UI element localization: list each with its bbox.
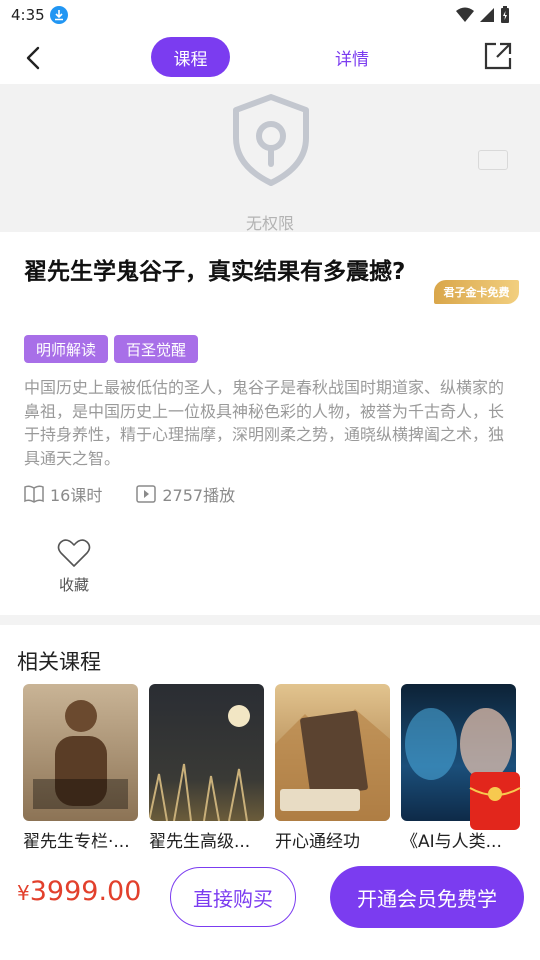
battery-icon [501,6,509,23]
status-icons [456,6,510,24]
download-icon [50,6,68,24]
no-permission-text: 无权限 [245,214,294,233]
related-course-card[interactable]: 翟先生专栏·... [23,684,138,852]
lessons-count: 16课时 [50,486,103,505]
course-detail-page: 4:35 课程 详情 无权限 翟先生学鬼谷子，真实结果有多震撼? 君子金卡免费 … [0,0,540,960]
book-icon [24,485,44,503]
price-value: 3999.00 [29,876,142,907]
course-stats: 16课时 2757播放 [24,482,235,506]
header: 课程 详情 [0,32,540,84]
pip-icon [478,150,508,170]
red-packet-button[interactable] [466,768,524,832]
course-description: 中国历史上最被低估的圣人，鬼谷子是春秋战国时期道家、纵横家的鼻祖，是中国历史上一… [24,378,505,468]
course-thumbnail [275,684,390,821]
vip-free-learn-button[interactable]: 开通会员免费学 [330,866,524,928]
share-button[interactable] [482,40,514,72]
price: ¥3999.00 [17,876,141,907]
status-bar: 4:35 [0,0,540,32]
vip-free-badge: 君子金卡免费 [434,280,519,304]
course-thumbnail [23,684,138,821]
tag-item: 明师解读 [24,335,109,363]
related-course-card[interactable]: 翟先生高级... [149,684,264,852]
currency-symbol: ¥ [17,881,30,905]
lock-shield-icon [233,94,309,186]
lessons-stat: 16课时 [24,482,102,506]
related-course-name: 翟先生专栏·... [23,832,130,852]
video-player: 无权限 [0,84,540,233]
course-title: 翟先生学鬼谷子，真实结果有多震撼? [24,259,406,285]
tag-item: 百圣觉醒 [114,335,199,363]
buy-now-button[interactable]: 直接购买 [170,867,296,927]
favorite-button[interactable]: 收藏 [54,538,94,595]
signal-icon [480,8,494,22]
course-thumbnail [149,684,264,821]
tab-course[interactable]: 课程 [151,37,230,77]
share-icon [484,42,512,70]
related-course-list: 翟先生专栏·... 翟先生高级... 开心通经功 《AI与人类... [23,684,516,852]
related-title: 相关课程 [17,650,101,674]
wifi-icon [456,7,474,22]
back-button[interactable] [18,42,50,74]
section-divider [0,615,540,625]
play-icon [136,485,157,503]
status-time: 4:35 [11,6,45,24]
tab-detail[interactable]: 详情 [320,37,384,77]
plays-stat: 2757播放 [136,482,235,506]
favorite-label: 收藏 [58,576,89,594]
red-packet-icon [469,772,521,830]
heart-icon [57,539,91,567]
related-course-name: 翟先生高级... [149,832,251,852]
plays-count: 2757播放 [162,486,236,505]
related-course-name: 开心通经功 [275,832,360,852]
tag-list: 明师解读 百圣觉醒 [24,335,199,363]
chevron-left-icon [26,46,40,70]
related-course-card[interactable]: 开心通经功 [275,684,390,852]
